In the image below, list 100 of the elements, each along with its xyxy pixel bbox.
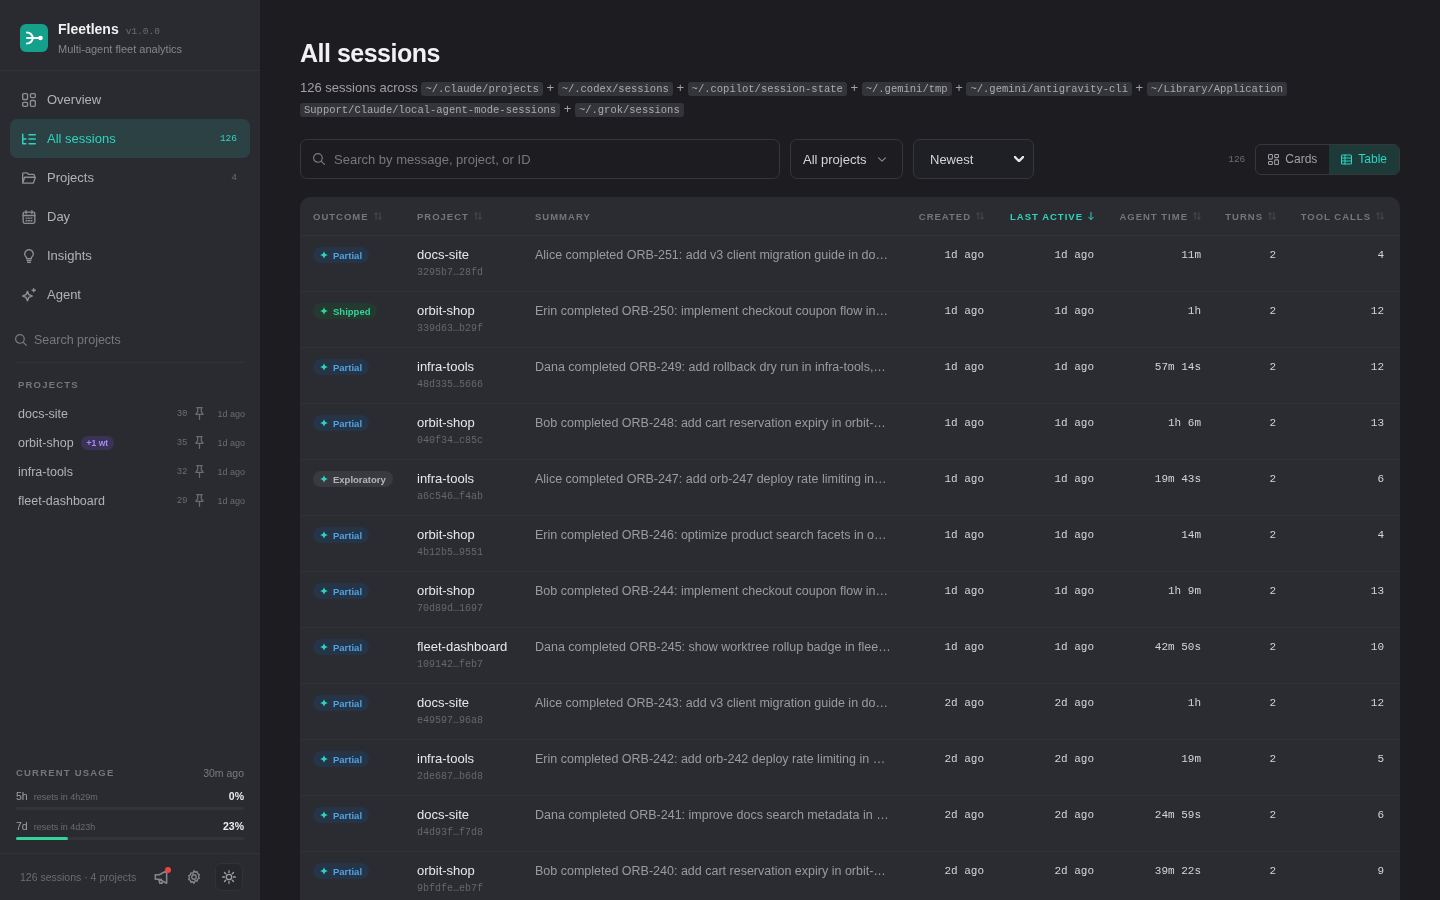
pin-icon[interactable] [195, 494, 205, 507]
summary-text: Bob completed ORB-248: add cart reservation expiry in orbit-… [535, 415, 886, 431]
section-label: PROJECTS [18, 379, 80, 391]
project-name: docs-site [417, 695, 470, 711]
lightbulb-icon [22, 248, 36, 263]
tool-call-count: 12 [1370, 360, 1384, 375]
summary-text: Bob completed ORB-240: add cart reservation expiry in orbit-… [535, 863, 886, 879]
last-active-time: 1d ago [217, 495, 245, 506]
pin-icon[interactable] [195, 407, 205, 420]
agent-time: 19m 43s [1154, 472, 1201, 487]
summary-text: Bob completed ORB-244: implement checkout coupon flow in… [535, 583, 888, 599]
last-active-time: 2d ago [1054, 808, 1094, 823]
agent-time: 1h [1187, 304, 1201, 319]
last-active-time: 1d ago [1054, 248, 1094, 263]
nav-item[interactable]: Overview [10, 80, 250, 119]
turn-count: 2 [1269, 472, 1276, 487]
summary-text: Alice completed ORB-247: add orb-247 deploy rate limiting in… [535, 471, 887, 487]
summary-text: Erin completed ORB-242: add orb-242 deploy rate limiting in … [535, 751, 886, 767]
summary-text: Alice completed ORB-243: add v3 client migration guide in do… [535, 695, 888, 711]
list-icon [22, 131, 36, 146]
outcome-label: Partial [333, 417, 363, 429]
view-tab[interactable]: Cards [1256, 144, 1330, 174]
session-id: d4d93f…f7d8 [417, 827, 483, 839]
search-field[interactable]: Search by message, project, or ID [300, 139, 780, 179]
last-active-time: 1d ago [1054, 416, 1094, 431]
turn-count: 2 [1269, 248, 1276, 263]
chevron-down-icon [878, 156, 886, 162]
outcome-label: Partial [333, 641, 363, 653]
project-item[interactable]: orbit-shop +1 wt 35 1d ago [18, 428, 245, 457]
nav-item[interactable]: All sessions 126 [10, 119, 250, 158]
created-time: 1d ago [944, 304, 984, 319]
nav-count: 126 [219, 133, 237, 144]
column-header[interactable]: LAST ACTIVE [1010, 210, 1094, 222]
session-count: 32 [176, 466, 188, 477]
app-name: Fleetlens [58, 21, 119, 37]
tool-call-count: 12 [1370, 304, 1384, 319]
sort-icon [1193, 212, 1201, 220]
last-active-time: 2d ago [1054, 752, 1094, 767]
nav-item[interactable]: Insights [10, 236, 250, 275]
agent-time: 14m [1181, 528, 1201, 543]
project-name: docs-site [417, 247, 470, 263]
agent-time: 1h 6m [1168, 416, 1201, 431]
sparkle-icon [320, 251, 328, 259]
project-item[interactable]: infra-tools 32 1d ago [18, 457, 245, 486]
usage-percent: 23% [223, 819, 244, 833]
outcome-label: Partial [333, 753, 363, 765]
view-tab[interactable]: Table [1329, 144, 1399, 174]
last-active-time: 1d ago [217, 437, 245, 448]
session-id: a6c546…f4ab [417, 491, 483, 503]
page-title: All sessions [300, 38, 440, 68]
session-id: 109142…feb7 [417, 659, 483, 671]
nav-item[interactable]: Agent [10, 275, 250, 314]
session-count: 29 [176, 495, 188, 506]
sparkle-icon [320, 307, 328, 315]
sparkle-icon [320, 867, 328, 875]
tool-call-count: 6 [1377, 808, 1384, 823]
megaphone-icon[interactable] [154, 870, 168, 884]
sparkle-icon [320, 755, 328, 763]
outcome-label: Shipped [333, 305, 371, 317]
sort-icon [1268, 212, 1276, 220]
session-id: 3295b7…28fd [417, 267, 483, 279]
settings-icon[interactable] [187, 870, 201, 884]
tool-call-count: 4 [1377, 248, 1384, 263]
worktree-badge: +1 wt [80, 435, 115, 450]
pin-icon[interactable] [195, 465, 205, 478]
project-name: orbit-shop [417, 303, 475, 319]
agent-time: 57m 14s [1154, 360, 1201, 375]
usage-percent: 0% [228, 789, 244, 803]
created-time: 1d ago [944, 416, 984, 431]
sparkle-icon [320, 475, 328, 483]
sparkle-icon [320, 699, 328, 707]
tool-call-count: 9 [1377, 864, 1384, 879]
session-id: 4b12b5…9551 [417, 547, 483, 559]
sort-icon [373, 212, 382, 220]
outcome-label: Partial [333, 585, 363, 597]
tool-call-count: 6 [1377, 472, 1384, 487]
project-name: orbit-shop [417, 863, 475, 879]
project-item[interactable]: fleet-dashboard 29 1d ago [18, 486, 245, 515]
turn-count: 2 [1269, 696, 1276, 711]
window-label: 5h [16, 789, 28, 803]
last-active-time: 1d ago [1054, 528, 1094, 543]
search-field[interactable]: Search projects [15, 326, 245, 354]
turn-count: 2 [1269, 416, 1276, 431]
outcome-label: Partial [333, 809, 363, 821]
session-count: 35 [176, 437, 188, 448]
tool-call-count: 13 [1370, 584, 1384, 599]
last-active-time: 1d ago [1054, 584, 1094, 599]
last-active-time: 2d ago [1054, 864, 1094, 879]
pin-icon[interactable] [195, 436, 205, 449]
turn-count: 2 [1269, 640, 1276, 655]
agent-time: 1h [1187, 696, 1201, 711]
theme-toggle-button[interactable] [215, 863, 243, 891]
session-id: 040f34…c85c [417, 435, 483, 447]
sort-dropdown[interactable]: Newest [913, 139, 1034, 179]
created-time: 1d ago [944, 584, 984, 599]
logo-icon [20, 24, 48, 52]
outcome-label: Partial [333, 529, 363, 541]
nav-item[interactable]: Day [10, 197, 250, 236]
project-filter-dropdown[interactable]: All projects [790, 139, 903, 179]
footer-summary: 126 sessions · 4 projects [20, 871, 137, 883]
